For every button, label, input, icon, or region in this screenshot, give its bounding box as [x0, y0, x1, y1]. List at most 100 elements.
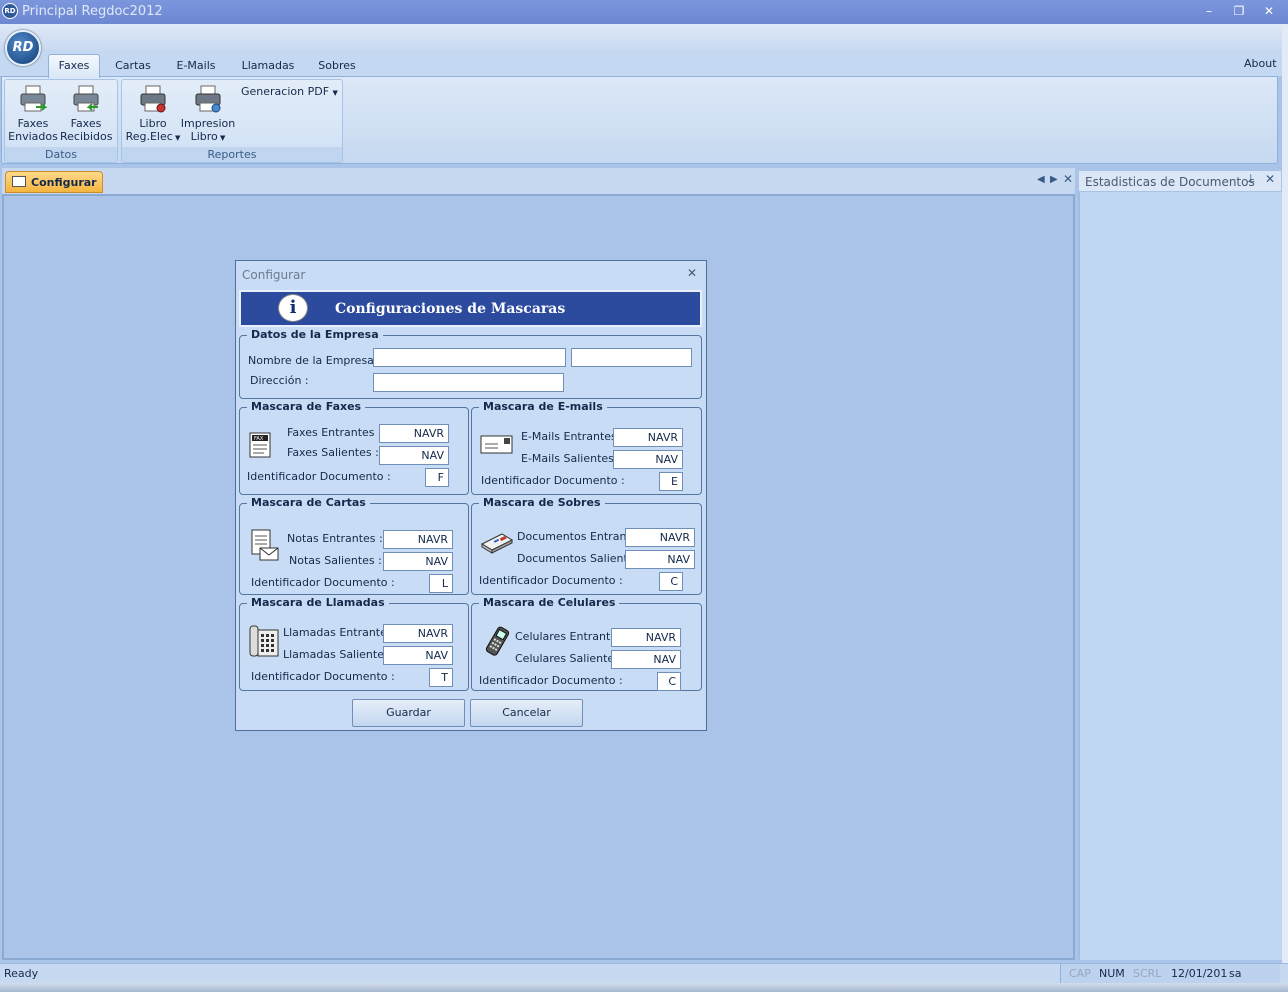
- emails-id-input[interactable]: E: [659, 472, 683, 491]
- impresion-libro-button[interactable]: Impresion Libro ▼: [180, 84, 236, 145]
- cellphone-icon: [485, 626, 510, 656]
- sobres-section: Mascara de Sobres Documentos Entrantes N…: [471, 496, 702, 595]
- fax-icon: FAX: [249, 432, 271, 458]
- sobres-id-input[interactable]: C: [659, 572, 683, 591]
- impresion-libro-line1: Impresion: [180, 117, 236, 130]
- status-indicators: CAP NUM SCRL 12/01/201 sa: [1060, 964, 1280, 983]
- printer-book-icon: [195, 85, 221, 113]
- celulares-id-label: Identificador Documento :: [479, 674, 623, 687]
- scrl-indicator: SCRL: [1133, 967, 1162, 980]
- faxes-recibidos-button[interactable]: Faxes Recibidos: [60, 84, 113, 143]
- sobres-id-label: Identificador Documento :: [479, 574, 623, 587]
- sobres-entrantes-input[interactable]: NAVR: [625, 528, 695, 547]
- cartas-salientes-input[interactable]: NAV: [383, 552, 453, 571]
- guardar-button[interactable]: Guardar: [352, 699, 465, 727]
- emails-section: Mascara de E-mails E-Mails Entrantes : N…: [471, 400, 702, 495]
- app-menu-button[interactable]: RD: [5, 30, 41, 66]
- faxes-section: Mascara de Faxes FAX Faxes Entrantes : N…: [239, 400, 469, 495]
- restore-button[interactable]: ❐: [1228, 2, 1250, 20]
- llamadas-id-label: Identificador Documento :: [251, 670, 395, 683]
- faxes-enviados-line1: Faxes: [17, 117, 49, 130]
- llamadas-salientes-input[interactable]: NAV: [383, 646, 453, 665]
- close-tab-icon[interactable]: ✕: [1063, 172, 1073, 186]
- title-bar: RD Principal Regdoc2012 – ❐ ✕: [0, 0, 1288, 24]
- taskbar: [0, 983, 1288, 992]
- envelope-stack-icon: [480, 533, 514, 554]
- faxes-entrantes-input[interactable]: NAVR: [379, 424, 449, 443]
- llamadas-entrantes-input[interactable]: NAVR: [383, 624, 453, 643]
- cancelar-button[interactable]: Cancelar: [470, 699, 583, 727]
- tab-faxes[interactable]: Faxes: [48, 54, 100, 78]
- app-icon: RD: [2, 3, 18, 19]
- faxes-id-label: Identificador Documento :: [247, 470, 391, 483]
- close-window-button[interactable]: ✕: [1258, 2, 1280, 20]
- tab-configurar[interactable]: Configurar: [5, 171, 103, 193]
- scroll-right-icon[interactable]: ▶: [1050, 174, 1058, 185]
- status-date: 12/01/201: [1171, 967, 1228, 980]
- tab-sobres[interactable]: Sobres: [314, 58, 360, 76]
- llamadas-salientes-label: Llamadas Salientes :: [283, 648, 397, 661]
- faxes-id-input[interactable]: F: [425, 468, 449, 487]
- emails-salientes-input[interactable]: NAV: [613, 450, 683, 469]
- close-pane-icon[interactable]: ✕: [1265, 172, 1275, 186]
- emails-entrantes-label: E-Mails Entrantes :: [521, 430, 624, 443]
- libro-reg-elec-line2: Reg.Elec: [125, 130, 173, 143]
- banner-title: Configuraciones de Mascaras: [335, 301, 566, 317]
- impresion-libro-line2: Libro: [190, 130, 218, 143]
- window-border: [1282, 24, 1288, 992]
- about-link[interactable]: About: [1244, 57, 1277, 70]
- group-datos-label: Datos: [5, 147, 117, 162]
- dialog-title: Configurar: [242, 268, 306, 282]
- libro-reg-elec-button[interactable]: Libro Reg.Elec ▼: [124, 84, 182, 145]
- tab-llamadas[interactable]: Llamadas: [238, 58, 298, 76]
- generacion-pdf-dropdown[interactable]: Generacion PDF ▼: [241, 85, 338, 98]
- sobres-salientes-input[interactable]: NAV: [625, 550, 695, 569]
- scroll-left-icon[interactable]: ◀: [1037, 174, 1045, 185]
- celulares-legend: Mascara de Celulares: [479, 596, 620, 609]
- llamadas-legend: Mascara de Llamadas: [247, 596, 389, 609]
- configurar-dialog: Configurar ✕ i Configuraciones de Mascar…: [235, 260, 707, 731]
- nombre-empresa-label: Nombre de la Empresa :: [248, 354, 382, 367]
- printer-record-icon: [140, 85, 166, 113]
- stats-pane-title: Estadisticas de Documentos: [1085, 175, 1255, 189]
- nombre-empresa-input-2[interactable]: [571, 348, 692, 367]
- faxes-salientes-input[interactable]: NAV: [379, 446, 449, 465]
- cartas-id-input[interactable]: L: [429, 574, 453, 593]
- nombre-empresa-input[interactable]: [373, 348, 566, 367]
- celulares-salientes-input[interactable]: NAV: [611, 650, 681, 669]
- direccion-input[interactable]: [373, 373, 564, 392]
- sobres-salientes-label: Documentos Salientes: [517, 552, 641, 565]
- faxes-recibidos-line1: Faxes: [70, 117, 102, 130]
- minimize-button[interactable]: –: [1198, 2, 1220, 20]
- emails-id-label: Identificador Documento :: [481, 474, 625, 487]
- tab-emails[interactable]: E-Mails: [172, 58, 220, 76]
- faxes-enviados-button[interactable]: Faxes Enviados: [8, 84, 58, 143]
- faxes-entrantes-label: Faxes Entrantes :: [287, 426, 382, 439]
- status-text: Ready: [4, 967, 39, 980]
- celulares-id-input[interactable]: C: [657, 672, 681, 691]
- cartas-entrantes-input[interactable]: NAVR: [383, 530, 453, 549]
- tab-cartas[interactable]: Cartas: [112, 58, 154, 76]
- faxes-enviados-line2: Enviados: [8, 130, 58, 143]
- cartas-id-label: Identificador Documento :: [251, 576, 395, 589]
- letter-icon: [251, 529, 279, 561]
- celulares-entrantes-input[interactable]: NAVR: [611, 628, 681, 647]
- fax-printer-receive-icon: [73, 85, 99, 112]
- cartas-entrantes-label: Notas Entrantes :: [287, 532, 383, 545]
- window-icon: [12, 176, 26, 187]
- document-tab-strip: [2, 168, 1075, 194]
- llamadas-id-input[interactable]: T: [429, 668, 453, 687]
- pin-icon[interactable]: ⊥: [1246, 172, 1256, 185]
- faxes-recibidos-line2: Recibidos: [60, 130, 113, 143]
- close-dialog-icon[interactable]: ✕: [687, 266, 697, 280]
- celulares-section: Mascara de Celulares Celulares Entrantes…: [471, 596, 702, 691]
- svg-text:FAX: FAX: [254, 436, 264, 442]
- cartas-legend: Mascara de Cartas: [247, 496, 370, 509]
- faxes-salientes-label: Faxes Salientes :: [287, 446, 379, 459]
- dialog-banner: i Configuraciones de Mascaras: [239, 290, 702, 327]
- stats-pane-body: [1078, 192, 1282, 960]
- fax-printer-send-icon: [20, 85, 48, 112]
- emails-entrantes-input[interactable]: NAVR: [613, 428, 683, 447]
- faxes-legend: Mascara de Faxes: [247, 400, 366, 413]
- cap-indicator: CAP: [1069, 967, 1091, 980]
